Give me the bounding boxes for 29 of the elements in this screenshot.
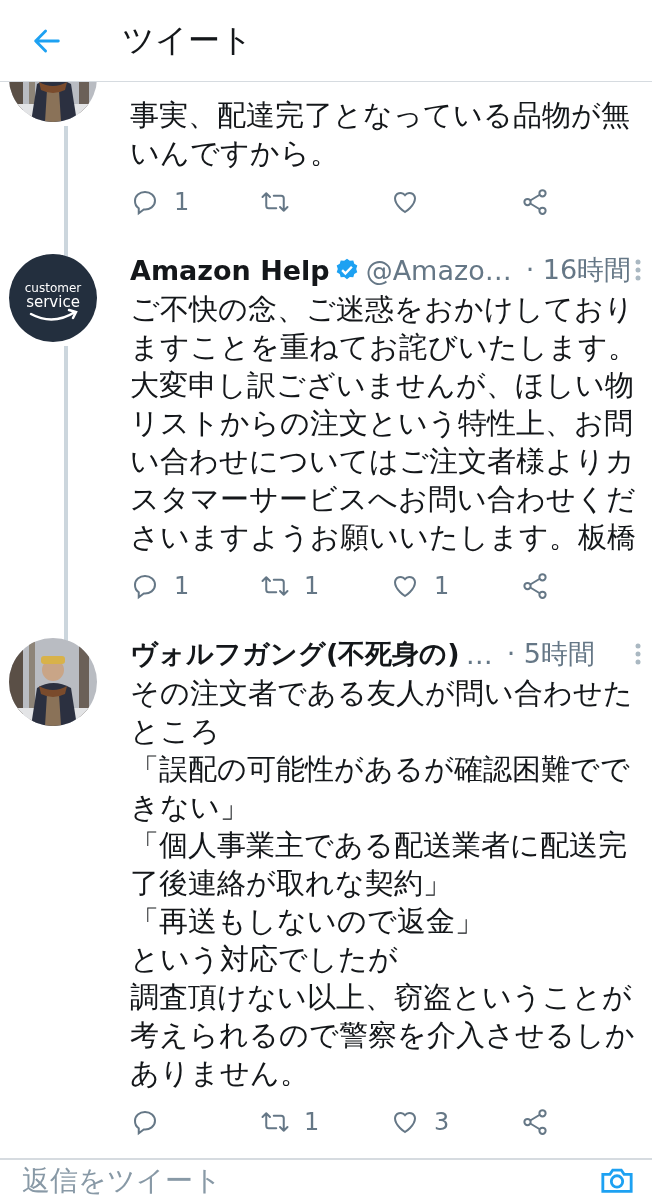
tweet-text: 「個人事業主である配送業者に配送完了後連絡が取れな契約」 [130, 827, 628, 902]
share-button[interactable] [520, 187, 550, 217]
tweet-time: · 5時間 [506, 637, 596, 671]
tweet-text: その注文者である友人が問い合わせたところ [130, 675, 634, 750]
tweet-text: 調査頂けない以上、窃盗ということが考えられるので警察を介入させるしかありません。 [130, 979, 636, 1092]
author-handle: … [465, 638, 493, 670]
share-icon [520, 1107, 550, 1137]
tweet-time: · 16時間 [525, 253, 632, 287]
page-title: ツイート [122, 19, 253, 61]
tweet-text: 事実、配達完了となっている品物が無いんですから。 [130, 97, 631, 172]
share-button[interactable] [520, 571, 550, 601]
like-count: 3 [434, 1108, 450, 1136]
reply-input-field[interactable]: 返信をツイート [22, 1163, 600, 1197]
reply-count: 1 [174, 188, 190, 216]
share-button[interactable] [520, 1107, 550, 1137]
retweet-count: 1 [304, 572, 320, 600]
avatar-logo: customer service [8, 254, 97, 342]
tweet-text: という対応でしたが [130, 941, 399, 978]
tweet-text: ご不快の念、ご迷惑をおかけしておりますことを重ねてお詫びいたします。大変申し訳ございませんが、ほしい物リストからの注文という特性上、お問い合わせについてはご注文者様よりカスタマーサービスへお問い合わせくださいますようお願いいたします。板橋 [130, 291, 638, 556]
retweet-count: 1 [304, 1108, 320, 1136]
share-icon [520, 187, 550, 217]
tweet-text: 「誤配の可能性があるが確認困難でできない」 [130, 751, 631, 826]
tweet-text: 「再送もしないので返金」 [130, 903, 485, 940]
author-handle: @Amazo… [365, 254, 512, 286]
like-count: 1 [434, 572, 450, 600]
author-name[interactable]: ヴォルフガング(不死身の) [130, 636, 460, 672]
author-name[interactable]: Amazon Help [130, 254, 330, 286]
reply-count: 1 [174, 572, 190, 600]
share-icon [520, 571, 550, 601]
